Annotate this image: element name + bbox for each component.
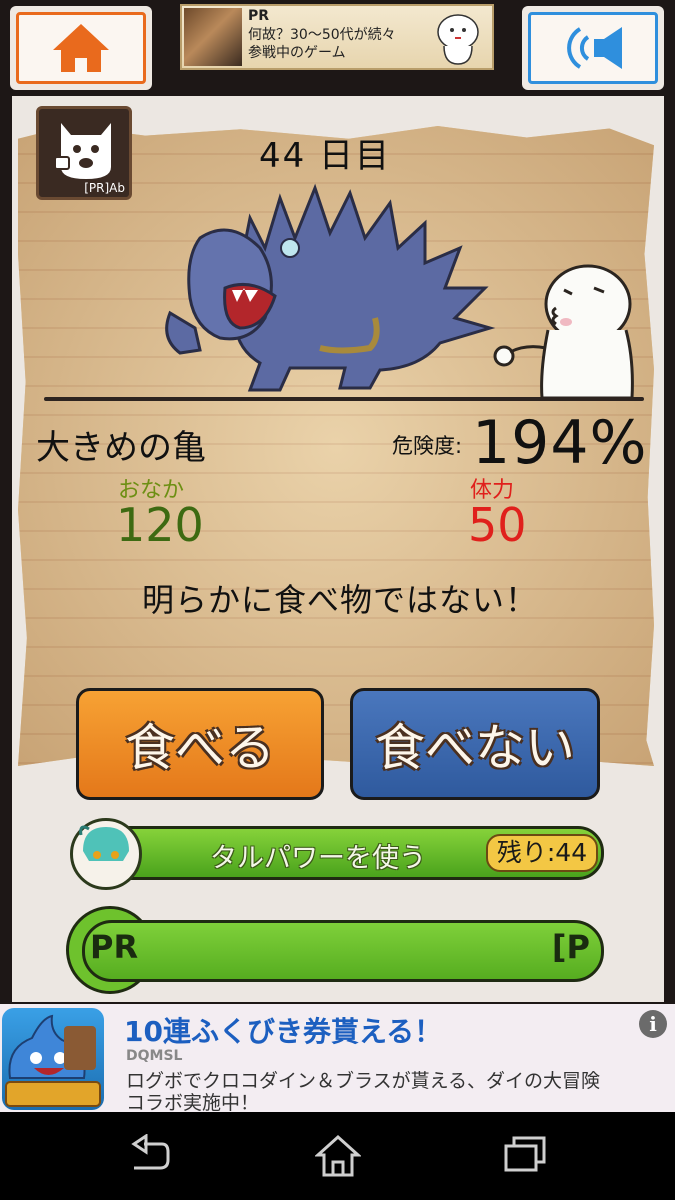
day-counter: 44 日目 — [258, 136, 392, 176]
hp-value: 50 — [468, 498, 527, 552]
ad-line1: 何故？30～50代が続々 — [248, 27, 396, 43]
ground-line — [44, 397, 644, 401]
player-character-image — [493, 264, 634, 400]
ad-thumbnail — [184, 8, 242, 66]
dqmsl-logo-icon — [2, 1008, 104, 1110]
tal-power-remaining: 残り:44 — [486, 834, 598, 872]
home-nav-icon[interactable] — [315, 1134, 361, 1178]
app-icon-label: [PR]Ab — [84, 181, 125, 195]
turtle-monster-image — [165, 183, 496, 392]
pr-bar-body — [82, 920, 604, 982]
sound-button[interactable] — [522, 6, 664, 90]
home-icon — [53, 24, 109, 72]
danger-label: 危険度: — [392, 434, 463, 458]
ad-pr-label: PR — [248, 8, 270, 24]
game-screen: PR 何故？30～50代が続々 参戦中のゲーム [PR]Ab 44 日目 大きめ… — [0, 0, 675, 1200]
hunger-value: 120 — [116, 498, 204, 552]
home-button[interactable] — [10, 6, 152, 90]
bottom-banner-ad[interactable]: 10連ふくびき券貰える！ DQMSL ログボでクロコダイン＆ブラスが貰える、ダイ… — [0, 1004, 675, 1114]
pr-bar-ad[interactable]: PR [P — [66, 906, 606, 994]
not-eat-button[interactable]: 食べない — [350, 688, 600, 800]
system-nav-bar — [0, 1112, 675, 1200]
pr-bar-right-text: [P — [551, 928, 590, 966]
ad-brand: DQMSL — [126, 1048, 183, 1064]
tal-power-button[interactable]: タルパワーを使う 残り:44 — [70, 818, 606, 890]
eat-button[interactable]: 食べる — [76, 688, 324, 800]
dog-mascot-icon — [54, 123, 111, 179]
pr-bar-label: PR — [90, 928, 139, 966]
top-banner-ad[interactable]: PR 何故？30～50代が続々 参戦中のゲーム — [180, 4, 494, 70]
enemy-message: 明らかに食べ物ではない！ — [141, 581, 538, 619]
tal-character-icon — [70, 818, 142, 890]
ad-description-line2: コラボ実施中！ — [126, 1092, 260, 1114]
danger-value: 194% — [472, 408, 648, 478]
tal-power-label: タルパワーを使う — [210, 843, 426, 874]
ad-info-icon[interactable]: i — [639, 1010, 667, 1038]
pr-app-icon[interactable]: [PR]Ab — [36, 106, 132, 200]
enemy-name: 大きめの亀 — [36, 428, 206, 468]
recent-apps-icon[interactable] — [502, 1134, 548, 1174]
mascot-icon — [437, 14, 479, 65]
ad-line2: 参戦中のゲーム — [248, 45, 346, 61]
back-icon[interactable] — [128, 1134, 172, 1174]
speaker-icon — [567, 27, 622, 69]
ad-headline: 10連ふくびき券貰える！ — [124, 1015, 443, 1048]
